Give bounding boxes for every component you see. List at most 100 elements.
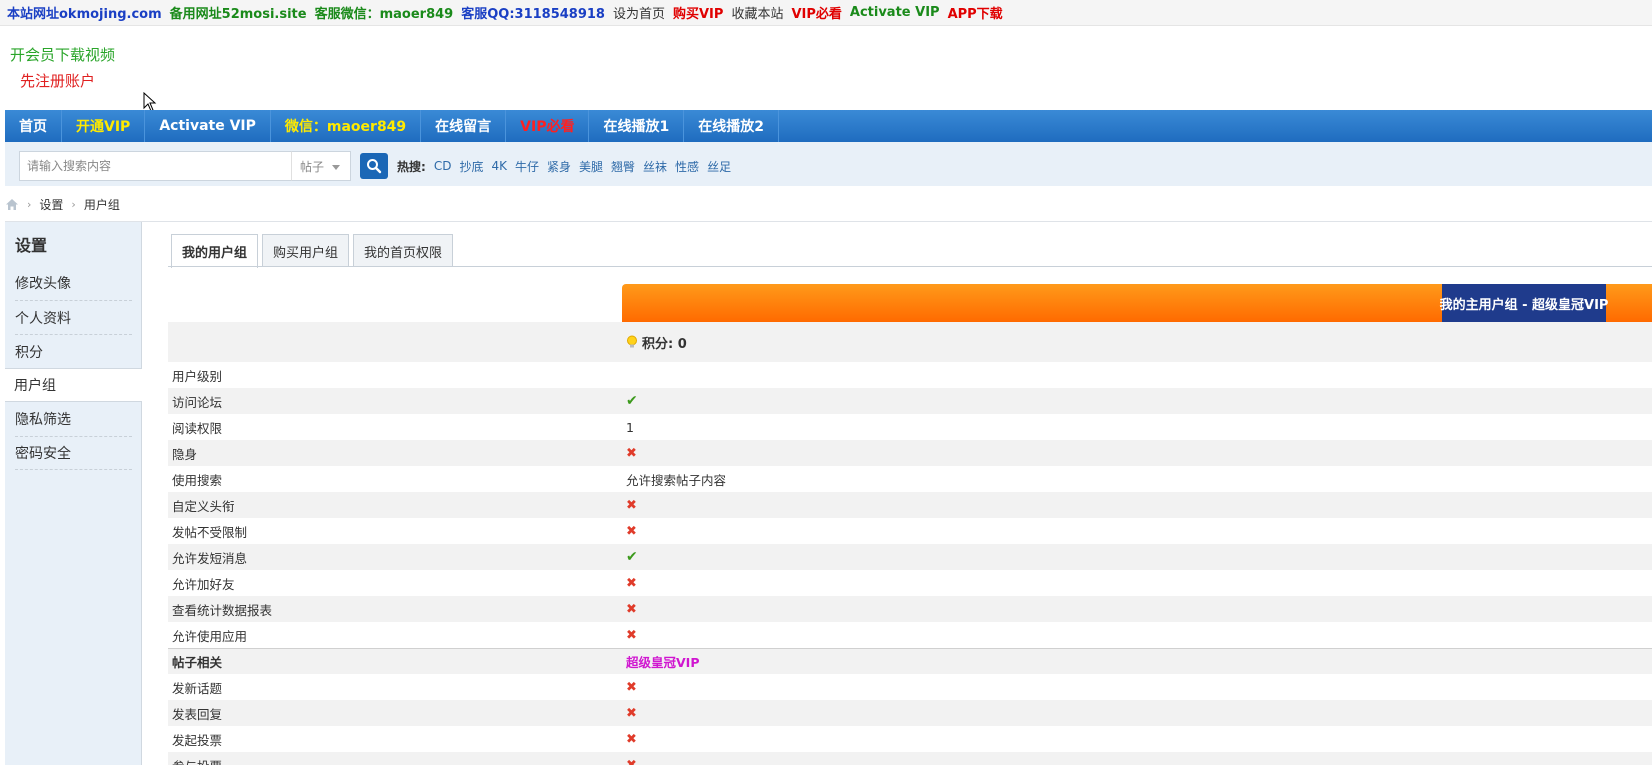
- permission-value-cell: ✖: [622, 680, 637, 695]
- hot-keyword[interactable]: 4K: [491, 159, 507, 173]
- sidebar-item-privacy[interactable]: 隐私筛选: [15, 402, 132, 436]
- tab-buy-usergroup[interactable]: 购买用户组: [262, 234, 350, 267]
- nav-message[interactable]: 在线留言: [421, 110, 507, 142]
- table-row: 访问论坛 ✔: [168, 388, 1652, 414]
- table-row: 发新话题 ✖: [168, 674, 1652, 700]
- vip-must-link[interactable]: VIP必看: [791, 3, 841, 22]
- promo-line-1[interactable]: 开会员下载视频: [10, 44, 115, 65]
- permission-name: 帖子相关: [172, 655, 223, 670]
- breadcrumb-settings[interactable]: 设置: [39, 196, 63, 213]
- search-input[interactable]: [19, 151, 293, 181]
- qq-link[interactable]: 客服QQ:3118548918: [461, 3, 605, 22]
- sidebar-item-password[interactable]: 密码安全: [15, 436, 132, 470]
- usergroup-tabs: 我的用户组 购买用户组 我的首页权限: [171, 234, 454, 268]
- table-row: 发起投票 ✖: [168, 726, 1652, 752]
- permission-value-cell: ✖: [622, 758, 637, 765]
- top-link-bar: 本站网址okmojing.com 备用网址52mosi.site 客服微信：ma…: [0, 0, 1652, 26]
- nav-play-1[interactable]: 在线播放1: [589, 110, 685, 142]
- search-bar: 帖子 热搜: CD 抄底 4K 牛仔 紧身 美腿 翘臀 丝袜 性感 丝足: [5, 142, 1652, 186]
- home-icon[interactable]: [5, 198, 19, 211]
- table-row: 发表回复 ✖: [168, 700, 1652, 726]
- cross-icon: ✖: [626, 497, 637, 513]
- nav-play-2[interactable]: 在线播放2: [684, 110, 779, 142]
- permission-value-cell: 1: [622, 420, 634, 435]
- cross-icon: ✖: [626, 679, 637, 695]
- nav-activate-vip[interactable]: Activate VIP: [145, 110, 271, 142]
- hot-keyword[interactable]: 紧身: [547, 158, 571, 175]
- hot-keyword[interactable]: CD: [434, 159, 452, 173]
- table-row: 使用搜索 允许搜索帖子内容: [168, 466, 1652, 492]
- buy-vip-link[interactable]: 购买VIP: [673, 3, 723, 22]
- settings-sidebar: 设置 修改头像 个人资料 积分 用户组 隐私筛选 密码安全: [5, 222, 142, 765]
- permission-value: 允许搜索帖子内容: [626, 472, 727, 488]
- check-icon: ✔: [626, 393, 638, 409]
- hot-search: 热搜: CD 抄底 4K 牛仔 紧身 美腿 翘臀 丝袜 性感 丝足: [397, 153, 731, 179]
- sidebar-item-profile[interactable]: 个人资料: [15, 300, 132, 334]
- nav-vip-must[interactable]: VIP必看: [506, 110, 590, 142]
- search-scope-select[interactable]: 帖子: [291, 151, 351, 181]
- permission-value-cell: ✖: [622, 524, 637, 539]
- sidebar-item-usergroup[interactable]: 用户组: [5, 368, 142, 402]
- cross-icon: ✖: [626, 705, 637, 721]
- wechat-link[interactable]: 客服微信：maoer849: [315, 3, 454, 22]
- permission-name: 允许加好友: [172, 576, 235, 592]
- backup-url-link[interactable]: 备用网址52mosi.site: [170, 3, 307, 22]
- set-home-link[interactable]: 设为首页: [613, 3, 665, 22]
- points-row: 积分: 0: [168, 322, 1652, 362]
- promo-banner[interactable]: 开会员下载视频 先注册账户: [5, 40, 130, 102]
- sidebar-menu: 修改头像 个人资料 积分 用户组 隐私筛选 密码安全: [5, 266, 142, 470]
- permission-name: 自定义头衔: [172, 498, 235, 514]
- bookmark-link[interactable]: 收藏本站: [731, 3, 783, 22]
- points-value: 积分: 0: [642, 336, 687, 352]
- permissions-table: 积分: 0 用户级别访问论坛 ✔ 阅读权限 1 隐身 ✖ 使用搜索 允许搜索帖子内容自定义头衔…: [168, 322, 1652, 765]
- divider: [5, 221, 1652, 222]
- cross-icon: ✖: [626, 445, 637, 461]
- app-download-link[interactable]: APP下载: [948, 3, 1003, 22]
- permission-name: 查看统计数据报表: [172, 602, 273, 618]
- permission-name: 访问论坛: [172, 394, 223, 410]
- permission-name: 阅读权限: [172, 420, 223, 436]
- chevron-down-icon: [332, 165, 340, 170]
- sidebar-title: 设置: [15, 236, 48, 255]
- breadcrumb-usergroup[interactable]: 用户组: [84, 196, 120, 213]
- promo-line-2[interactable]: 先注册账户: [20, 70, 95, 91]
- permission-value-cell: ✔: [622, 393, 638, 409]
- tab-my-usergroup[interactable]: 我的用户组: [171, 234, 259, 268]
- tab-divider: [168, 266, 1652, 267]
- permission-name: 发新话题: [172, 680, 223, 696]
- chevron-right-icon: ›: [71, 197, 76, 211]
- cross-icon: ✖: [626, 731, 637, 747]
- hot-keyword[interactable]: 性感: [675, 158, 699, 175]
- cross-icon: ✖: [626, 575, 637, 591]
- hot-keyword[interactable]: 牛仔: [515, 158, 539, 175]
- sidebar-item-credits[interactable]: 积分: [15, 334, 132, 368]
- permission-value-cell: 允许搜索帖子内容: [622, 470, 726, 489]
- nav-open-vip[interactable]: 开通VIP: [62, 110, 146, 142]
- site-url-link[interactable]: 本站网址okmojing.com: [7, 3, 162, 22]
- table-row: 隐身 ✖: [168, 440, 1652, 466]
- hot-keyword[interactable]: 抄底: [459, 158, 483, 175]
- hot-keyword[interactable]: 丝足: [707, 158, 731, 175]
- hot-keyword[interactable]: 丝袜: [643, 158, 667, 175]
- sidebar-item-avatar[interactable]: 修改头像: [15, 266, 132, 300]
- table-row: 参与投票 ✖: [168, 752, 1652, 765]
- activate-vip-link[interactable]: Activate VIP: [850, 5, 940, 20]
- table-row: 阅读权限 1: [168, 414, 1652, 440]
- table-row: 用户级别: [168, 362, 1652, 388]
- check-icon: ✔: [626, 549, 638, 565]
- nav-home[interactable]: 首页: [5, 110, 62, 142]
- tab-home-permissions[interactable]: 我的首页权限: [353, 234, 454, 267]
- search-button[interactable]: [360, 153, 388, 179]
- table-row: 允许发短消息 ✔: [168, 544, 1652, 570]
- hot-keyword[interactable]: 美腿: [579, 158, 603, 175]
- permission-value-cell: ✖: [622, 498, 637, 513]
- breadcrumb: › 设置 › 用户组: [5, 194, 120, 214]
- permission-name: 发起投票: [172, 732, 223, 748]
- points-cell: 积分: 0: [622, 333, 687, 352]
- permission-name: 用户级别: [172, 368, 223, 384]
- table-row: 查看统计数据报表 ✖: [168, 596, 1652, 622]
- hot-keyword[interactable]: 翘臀: [611, 158, 635, 175]
- nav-wechat[interactable]: 微信：maoer849: [271, 110, 422, 142]
- permission-value-cell: ✖: [622, 576, 637, 591]
- lightbulb-icon: [627, 335, 637, 348]
